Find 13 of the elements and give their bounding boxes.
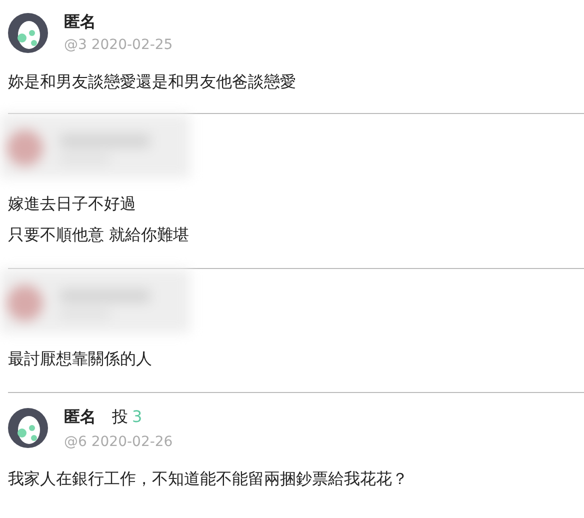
- vote-label: 投: [112, 406, 128, 428]
- post-meta: @6 2020-02-26: [64, 433, 173, 451]
- author-name: 匿名: [64, 407, 96, 427]
- post-text: 我家人在銀行工作，不知道能不能留兩捆鈔票給我花花？: [8, 468, 409, 490]
- post-text: 嫁進去日子不好過: [8, 193, 137, 215]
- egg-avatar-icon: [8, 13, 48, 53]
- author-name: 匿名: [64, 12, 96, 32]
- post-text: 只要不順他意 就給你難堪: [8, 224, 190, 246]
- post-text: 妳是和男友談戀愛還是和男友他爸談戀愛: [8, 71, 297, 93]
- egg-avatar-icon: [8, 408, 48, 448]
- vote-count: 3: [132, 406, 142, 428]
- post-text: 最討厭想靠關係的人: [8, 348, 153, 370]
- post-meta: @3 2020-02-25: [64, 36, 173, 54]
